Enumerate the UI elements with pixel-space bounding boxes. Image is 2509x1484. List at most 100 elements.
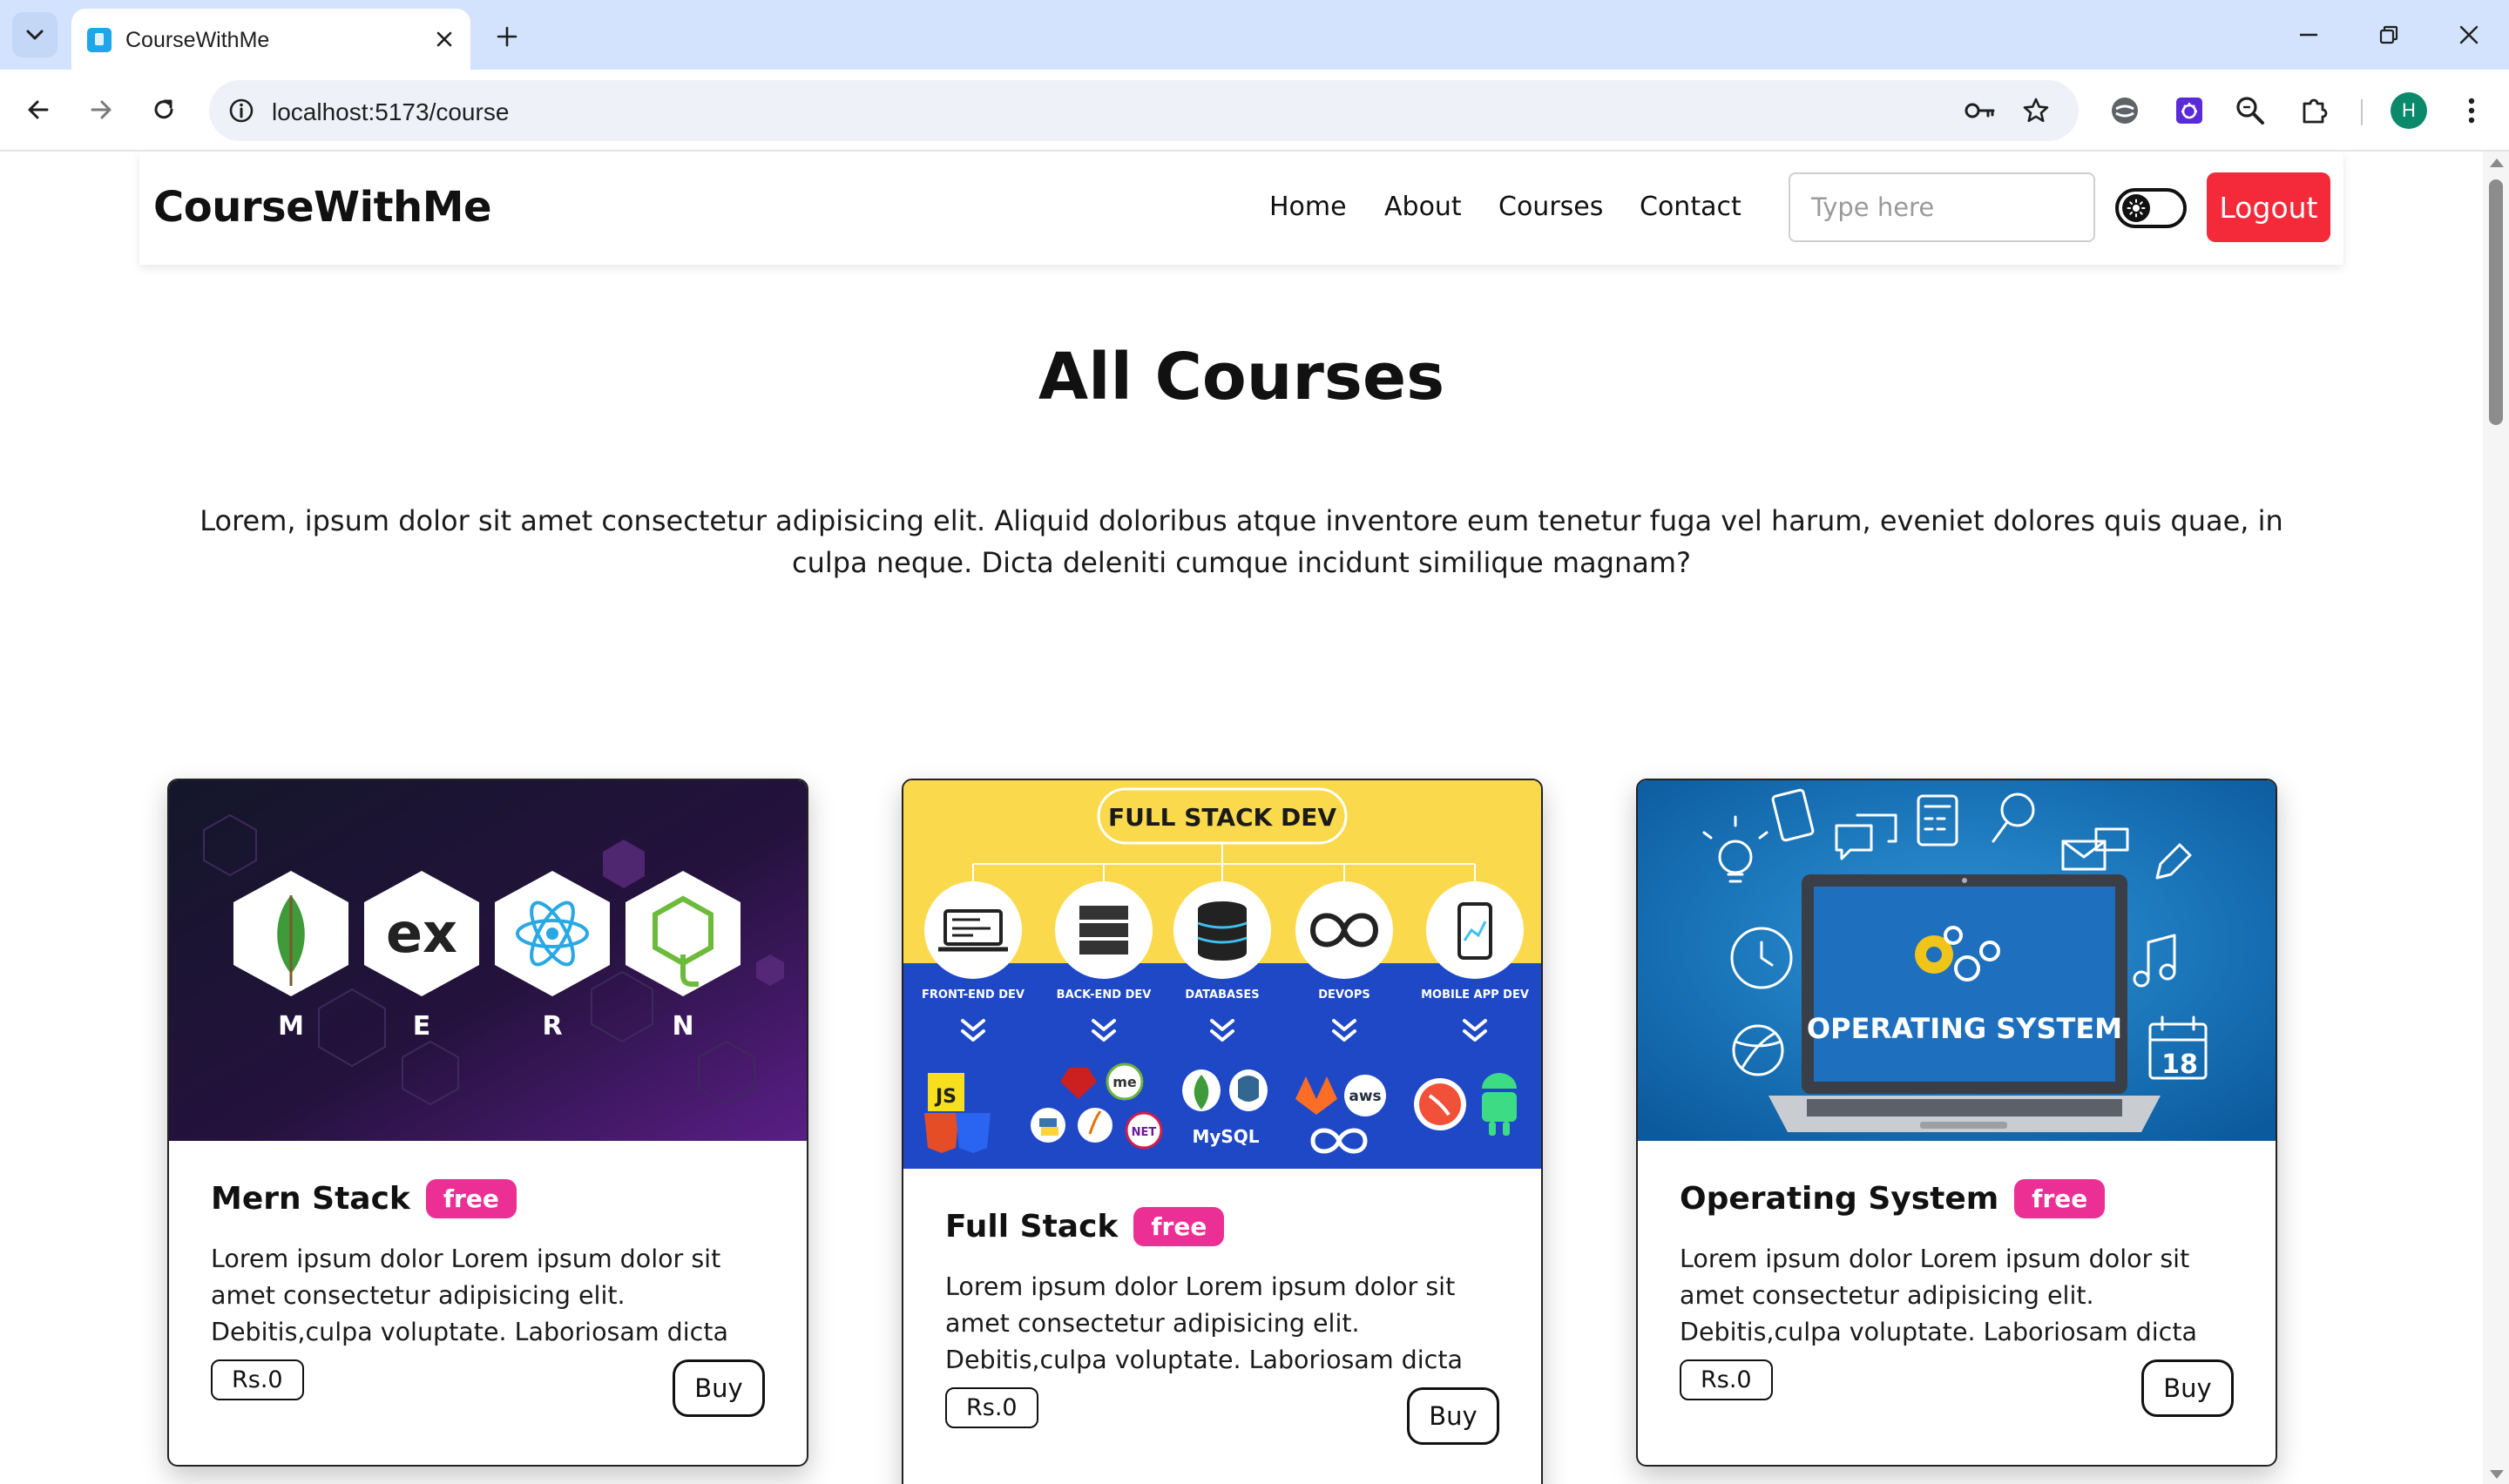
course-description: Lorem ipsum dolor Lorem ipsum dolor sit …: [1680, 1245, 2197, 1346]
page-title: All Courses: [1038, 340, 1445, 415]
fullstack-col-databases: DATABASES: [1185, 988, 1259, 1002]
toolbar-separator: [2361, 99, 2363, 125]
free-badge: free: [425, 1179, 517, 1218]
search-input[interactable]: [1789, 172, 2095, 242]
tab-search-icon: [26, 30, 44, 40]
browser-menu-button[interactable]: [2450, 89, 2493, 132]
card-title-row: Mern Stack free: [211, 1179, 765, 1218]
fullstack-heading: FULL STACK DEV: [1108, 803, 1336, 832]
course-card: 18 OPERATING SYSTEM Operating System fre…: [1636, 779, 2277, 1467]
card-title-row: Operating System free: [1680, 1179, 2234, 1218]
nav-link-home[interactable]: Home: [1269, 192, 1347, 222]
minimize-icon: [2300, 33, 2317, 37]
course-title: Full Stack: [945, 1209, 1119, 1245]
free-badge: free: [1133, 1207, 1225, 1246]
logo-mysql: MySQL: [1192, 1126, 1259, 1147]
course-title: Operating System: [1680, 1181, 1999, 1217]
new-tab-button[interactable]: [488, 17, 526, 56]
fullstack-col-devops: DEVOPS: [1318, 988, 1369, 1002]
forward-arrow-icon: [91, 100, 112, 119]
course-title: Mern Stack: [211, 1181, 410, 1217]
back-arrow-icon: [28, 100, 49, 119]
fullstack-col-mobile: MOBILE APP DEV: [1421, 988, 1529, 1002]
card-title-row: Full Stack free: [945, 1207, 1499, 1246]
theme-toggle[interactable]: [2115, 188, 2187, 228]
buy-button[interactable]: Buy: [1407, 1387, 1499, 1445]
scroll-thumb[interactable]: [2489, 179, 2503, 425]
tab-search-button[interactable]: [12, 12, 57, 57]
nav-link-about[interactable]: About: [1384, 192, 1462, 222]
close-icon: [2459, 25, 2479, 44]
course-card: ex M E R N Mern Stack free Lorem ipsum d…: [167, 779, 808, 1467]
bookmark-button[interactable]: [2016, 91, 2056, 131]
os-screen-text: OPERATING SYSTEM: [1807, 1012, 2122, 1045]
back-button[interactable]: [17, 89, 59, 131]
logout-button[interactable]: Logout: [2207, 172, 2330, 242]
reload-icon: [154, 99, 173, 119]
address-bar[interactable]: localhost:5173/course: [209, 80, 2079, 141]
buy-button[interactable]: Buy: [673, 1359, 765, 1417]
browser-tab-active[interactable]: CourseWithMe: [71, 9, 470, 70]
extensions-menu-button[interactable]: [2293, 89, 2337, 132]
puzzle-icon: [2303, 98, 2328, 124]
logo-net: NET: [1132, 1126, 1157, 1139]
tab-favicon-icon: [87, 28, 112, 52]
close-window-button[interactable]: [2438, 12, 2500, 57]
tab-close-button[interactable]: [429, 24, 460, 55]
buy-button[interactable]: Buy: [2141, 1359, 2234, 1417]
extension-icon: [2112, 98, 2138, 124]
logo-js: JS: [934, 1086, 957, 1108]
star-icon: [2023, 98, 2049, 123]
profile-avatar[interactable]: H: [2391, 92, 2427, 129]
card-footer: Rs.0 Buy: [211, 1351, 765, 1429]
mern-ex-label: ex: [386, 901, 457, 965]
mern-letter-e: E: [413, 1011, 431, 1042]
nav-link-contact[interactable]: Contact: [1640, 192, 1741, 222]
page-scrollbar[interactable]: [2483, 152, 2509, 1484]
forward-button[interactable]: [80, 89, 122, 131]
site-brand[interactable]: CourseWithMe: [153, 183, 492, 232]
course-card: FULL STACK DEV FRONT-END DEV BACK-END DE…: [902, 779, 1543, 1484]
course-image-mern: ex M E R N: [169, 780, 807, 1141]
restore-button[interactable]: [2357, 12, 2420, 57]
sun-icon: [2127, 199, 2146, 218]
logo-me: me: [1112, 1074, 1137, 1090]
browser-tabstrip: CourseWithMe: [0, 0, 2509, 70]
tab-title: CourseWithMe: [125, 28, 270, 52]
mern-letter-r: R: [542, 1011, 562, 1042]
url-text[interactable]: localhost:5173/course: [272, 98, 509, 126]
course-price: Rs.0: [211, 1359, 304, 1400]
logo-aws: aws: [1349, 1088, 1381, 1105]
os-calendar-number: 18: [2161, 1049, 2198, 1080]
mern-letter-m: M: [278, 1011, 304, 1042]
key-icon: [1965, 103, 1995, 118]
card-footer: Rs.0 Buy: [1680, 1351, 2234, 1429]
reload-button[interactable]: [143, 89, 185, 131]
card-body: Full Stack free Lorem ipsum dolor Lorem …: [903, 1169, 1541, 1457]
course-image-fullstack: FULL STACK DEV FRONT-END DEV BACK-END DE…: [903, 780, 1541, 1169]
course-description: Lorem ipsum dolor Lorem ipsum dolor sit …: [211, 1245, 728, 1346]
course-price: Rs.0: [945, 1387, 1038, 1428]
password-key-button[interactable]: [1960, 91, 2000, 131]
scroll-down-arrow[interactable]: [2490, 1470, 2504, 1479]
page-intro: Lorem, ipsum dolor sit amet consectetur …: [200, 504, 2283, 579]
theme-knob: [2122, 194, 2150, 222]
site-navbar: CourseWithMe Home About Courses Contact …: [139, 152, 2343, 265]
extension-vpn-button[interactable]: [2103, 89, 2147, 132]
nav-link-courses[interactable]: Courses: [1498, 192, 1603, 222]
search-icon: [2236, 97, 2264, 125]
page-viewport: CourseWithMe Home About Courses Contact …: [0, 152, 2509, 1484]
minimize-button[interactable]: [2277, 12, 2340, 57]
extension-bug-button[interactable]: [2167, 89, 2211, 132]
restore-icon: [2379, 25, 2398, 44]
scroll-up-arrow[interactable]: [2490, 159, 2504, 167]
close-icon: [436, 31, 452, 47]
mern-letter-n: N: [672, 1011, 693, 1042]
extension-zoom-button[interactable]: [2228, 89, 2272, 132]
more-vert-icon: [2468, 98, 2475, 124]
course-description: Lorem ipsum dolor Lorem ipsum dolor sit …: [945, 1272, 1463, 1374]
fullstack-col-backend: BACK-END DEV: [1057, 988, 1152, 1002]
course-image-os: 18 OPERATING SYSTEM: [1638, 780, 2276, 1141]
fullstack-col-frontend: FRONT-END DEV: [922, 988, 1025, 1002]
site-info-button[interactable]: [221, 91, 261, 131]
